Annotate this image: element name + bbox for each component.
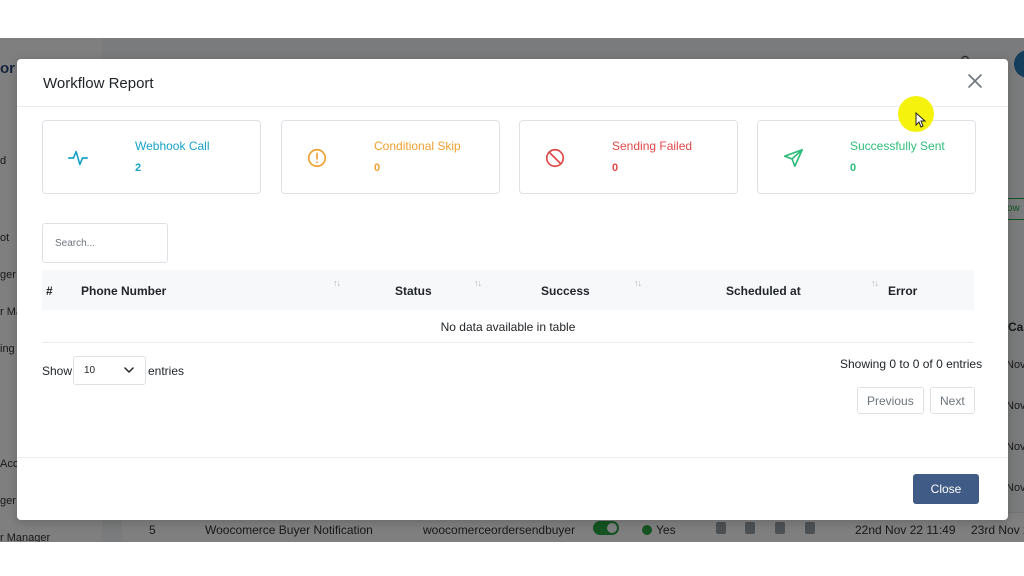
chevron-down-icon xyxy=(124,367,134,373)
entries-label: entries xyxy=(148,364,185,378)
empty-table-message: No data available in table xyxy=(42,310,974,343)
search-input[interactable] xyxy=(42,223,168,263)
stat-card-conditional-skip: Conditional Skip 0 xyxy=(281,120,500,194)
stat-card-successfully-sent: Successfully Sent 0 xyxy=(757,120,976,194)
sort-icon[interactable]: ↑↓ xyxy=(634,278,642,288)
send-icon xyxy=(783,148,803,168)
stat-value: 0 xyxy=(850,162,857,174)
page-length-value: 10 xyxy=(84,365,96,376)
next-button[interactable]: Next xyxy=(930,387,975,414)
stat-label: Sending Failed xyxy=(612,139,693,153)
page-length-select[interactable]: 10 xyxy=(73,356,146,385)
workflow-report-modal: Workflow Report Webhook Call 2 Condition… xyxy=(17,59,1008,520)
stat-card-sending-failed: Sending Failed 0 xyxy=(519,120,738,194)
column-header-scheduled-at[interactable]: Scheduled at xyxy=(726,284,801,298)
table-info: Showing 0 to 0 of 0 entries xyxy=(840,357,983,371)
stat-value: 2 xyxy=(135,162,142,174)
activity-icon xyxy=(68,150,88,166)
column-header-number[interactable]: # xyxy=(46,284,53,298)
show-label: Show xyxy=(42,364,73,378)
table-header: # Phone Number ↑↓ Status ↑↓ Success ↑↓ S… xyxy=(42,270,974,310)
sort-icon[interactable]: ↑↓ xyxy=(333,278,341,288)
stat-label: Conditional Skip xyxy=(374,139,461,153)
previous-button[interactable]: Previous xyxy=(857,387,924,414)
modal-footer: Close xyxy=(17,457,1008,520)
sort-icon[interactable]: ↑↓ xyxy=(474,278,482,288)
stat-value: 0 xyxy=(612,162,619,174)
sort-icon[interactable]: ↑↓ xyxy=(871,278,879,288)
column-header-success[interactable]: Success xyxy=(541,284,590,298)
stat-card-webhook-call: Webhook Call 2 xyxy=(42,120,261,194)
alert-circle-icon xyxy=(307,148,327,168)
stat-label: Webhook Call xyxy=(135,139,210,153)
close-button[interactable]: Close xyxy=(913,474,979,504)
ban-icon xyxy=(545,148,565,168)
stat-label: Successfully Sent xyxy=(850,139,945,153)
modal-header: Workflow Report xyxy=(17,59,1008,107)
stat-value: 0 xyxy=(374,162,381,174)
column-header-error[interactable]: Error xyxy=(888,284,917,298)
mouse-cursor-icon xyxy=(915,112,927,128)
modal-title: Workflow Report xyxy=(43,75,154,92)
column-header-phone-number[interactable]: Phone Number xyxy=(81,284,166,298)
close-icon[interactable] xyxy=(966,72,984,90)
column-header-status[interactable]: Status xyxy=(395,284,432,298)
